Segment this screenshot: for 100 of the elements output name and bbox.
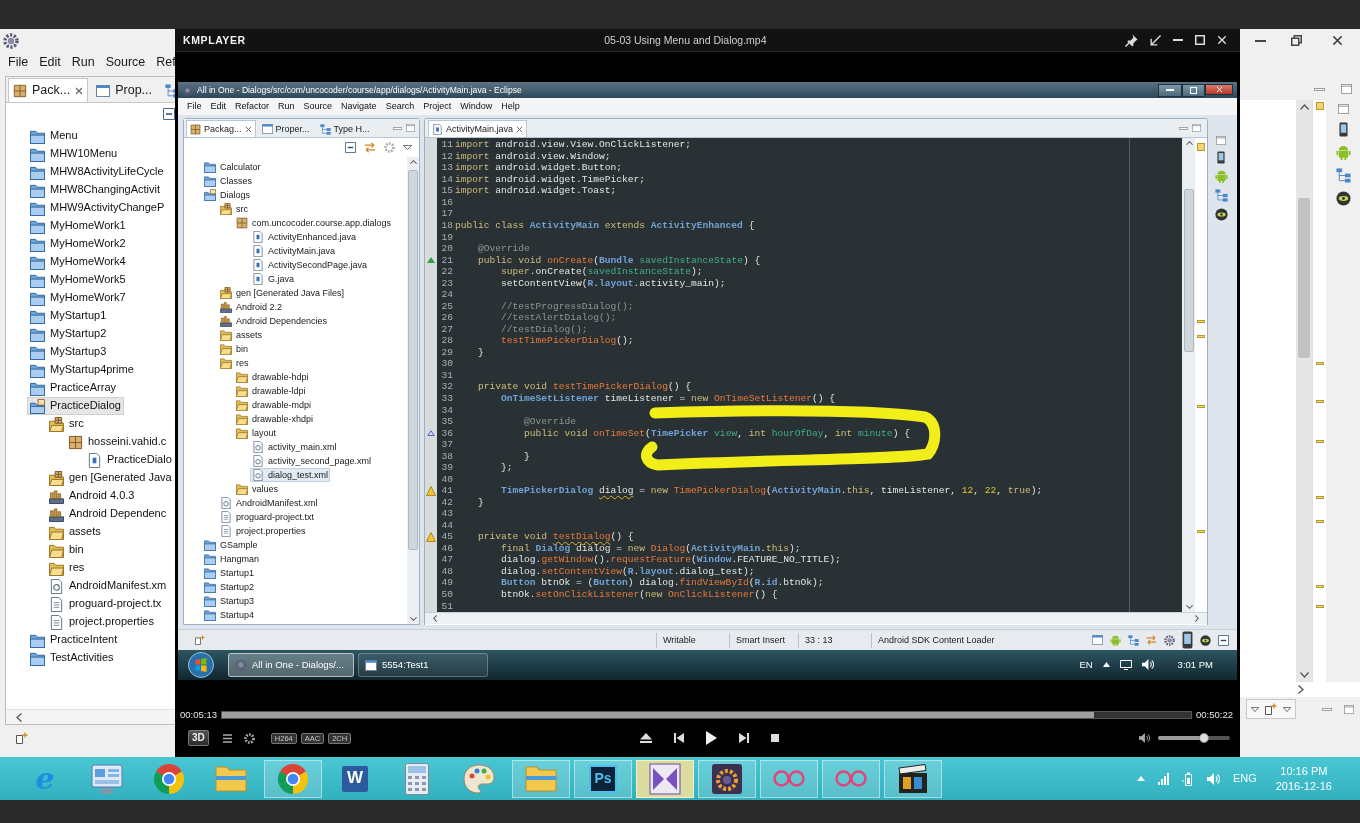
new-view-icon[interactable] (16, 732, 28, 744)
scrollbar[interactable] (6, 709, 175, 724)
scroll-up-icon[interactable] (1185, 141, 1193, 145)
sync-arrows-icon[interactable] (364, 142, 376, 153)
menubar-entry[interactable]: Navigate (341, 101, 377, 112)
scroll-left-icon[interactable] (433, 615, 437, 622)
menubar-entry[interactable]: Edit (39, 54, 61, 70)
palette-icon[interactable] (463, 763, 495, 794)
phone-icon[interactable] (1338, 122, 1348, 137)
menubar-entry[interactable]: Ref (156, 54, 175, 70)
tree-item[interactable]: MyStartup3 (27, 343, 110, 361)
tree-item[interactable]: PracticeDialog (27, 397, 124, 415)
tree-item[interactable]: Startup3 (202, 594, 257, 608)
editor-tab[interactable]: ActivityMain.java (428, 120, 528, 137)
marker-icon[interactable] (1316, 400, 1324, 403)
restore-icon[interactable] (1291, 35, 1302, 46)
tree-item[interactable]: gen [Generated Java Files] (218, 286, 347, 300)
taskbar-button[interactable]: 5554:Test1 (358, 653, 488, 677)
tree-item[interactable]: Startup1 (202, 566, 257, 580)
view-tab[interactable]: Type H... (315, 120, 374, 137)
tree-item[interactable]: MHW9ActivityChangeP (27, 199, 168, 217)
tree-item[interactable]: drawable-hdpi (234, 370, 311, 384)
marker-icon[interactable] (1316, 362, 1324, 365)
battery-icon[interactable] (1181, 771, 1194, 786)
new-view-icon[interactable] (1265, 703, 1277, 715)
tree-item[interactable]: Hangman (202, 552, 262, 566)
marker-icon[interactable] (1197, 530, 1205, 533)
eject-icon[interactable] (639, 733, 652, 743)
scroll-left-icon[interactable] (16, 712, 22, 722)
seek-bar[interactable] (221, 711, 1192, 719)
tree-item[interactable]: Android 2.2 (218, 300, 285, 314)
view-tab[interactable]: Packag... (186, 120, 256, 137)
collapse-icon[interactable] (1218, 634, 1229, 646)
phone-icon[interactable] (1217, 151, 1225, 164)
tree-item[interactable]: Startup2 (202, 580, 257, 594)
tree-item[interactable]: activity_second_page.xml (250, 454, 374, 468)
tree-item[interactable]: MHW8ChangingActivit (27, 181, 164, 199)
tree-item[interactable]: com.uncocoder.course.app.dialogs (234, 216, 394, 230)
tree-item[interactable]: GSample (202, 538, 260, 552)
tree-item[interactable]: activity_main.xml (250, 440, 339, 454)
tree-item[interactable]: PracticeArray (27, 379, 120, 397)
tree-item[interactable]: MyStartup1 (27, 307, 110, 325)
menubar-entry[interactable]: Edit (210, 101, 227, 112)
scrollbar[interactable] (1296, 100, 1312, 682)
menubar-entry[interactable]: Run (71, 54, 95, 70)
scrollbar[interactable] (407, 157, 419, 624)
minimize-button[interactable] (1158, 83, 1182, 97)
marker-icon[interactable] (1197, 335, 1205, 338)
taskbar-button[interactable]: All in One - Dialogs/... (228, 653, 354, 677)
marker-icon[interactable] (1197, 320, 1205, 323)
tree-item[interactable]: values (234, 482, 280, 496)
tree-item[interactable]: Dialogs (202, 188, 252, 202)
menubar-entry[interactable]: Run (278, 101, 295, 112)
tree-item[interactable]: gen [Generated Java (46, 469, 175, 487)
collapse-icon[interactable] (163, 108, 175, 120)
next-icon[interactable] (738, 733, 749, 743)
maximize-button[interactable] (1182, 83, 1205, 97)
tree-item[interactable]: MyHomeWork5 (27, 271, 129, 289)
menubar-entry[interactable]: Window (460, 101, 493, 112)
calculator-icon[interactable] (405, 762, 429, 795)
tree-item[interactable]: MHW10Menu (27, 145, 121, 163)
3d-mode-button[interactable]: 3D (188, 730, 209, 746)
eye-icon[interactable] (1335, 191, 1351, 206)
tree-item[interactable]: drawable-mdpi (234, 398, 314, 412)
tree-item[interactable]: Startup4 (202, 608, 257, 622)
gear-icon[interactable] (3, 32, 19, 49)
folder-icon[interactable] (215, 765, 247, 792)
previous-icon[interactable] (673, 733, 684, 743)
tree-item[interactable]: Android Dependencies (218, 314, 330, 328)
marker-icon[interactable] (1316, 102, 1324, 110)
tree-item[interactable]: layout (234, 426, 279, 440)
marker-icon[interactable] (1316, 440, 1324, 443)
view-tab[interactable]: Pack... (8, 78, 89, 102)
close-button[interactable] (1205, 83, 1233, 96)
menubar-entry[interactable]: Project (423, 101, 452, 112)
play-icon[interactable] (705, 731, 717, 745)
dropdown-icon[interactable] (1251, 706, 1259, 712)
dropdown-icon[interactable] (1283, 706, 1291, 712)
tree-item[interactable]: dialog_test.xml (250, 468, 331, 482)
tree-item[interactable]: MHW8ActivityLifeCycle (27, 163, 167, 181)
menubar-entry[interactable]: Source (105, 54, 146, 70)
letter-tile[interactable]: W (342, 765, 368, 792)
tree-item[interactable]: proguard-project.tx (46, 595, 165, 613)
eye-icon[interactable] (1200, 634, 1211, 646)
scroll-right-icon[interactable] (1195, 615, 1199, 622)
close-icon[interactable] (1332, 35, 1343, 46)
tree-item[interactable]: assets (46, 523, 104, 541)
eye-icon[interactable] (1214, 208, 1228, 221)
tree-item[interactable]: Android Dependenc (46, 505, 170, 523)
stop-icon[interactable] (770, 734, 779, 742)
tree-item[interactable]: res (46, 559, 88, 577)
new-view-icon[interactable] (195, 635, 205, 645)
dashboard-icon[interactable] (91, 763, 123, 794)
menubar-entry[interactable]: Help (501, 101, 520, 112)
tree-item[interactable]: MyHomeWork1 (27, 217, 129, 235)
menubar-entry[interactable]: File (8, 54, 29, 70)
menubar-entry[interactable]: Refactor (235, 101, 270, 112)
tree-item[interactable]: drawable-xhdpi (234, 412, 316, 426)
tree-item[interactable]: Calculator (202, 160, 263, 174)
scrollbar-thumb[interactable] (1184, 189, 1194, 352)
